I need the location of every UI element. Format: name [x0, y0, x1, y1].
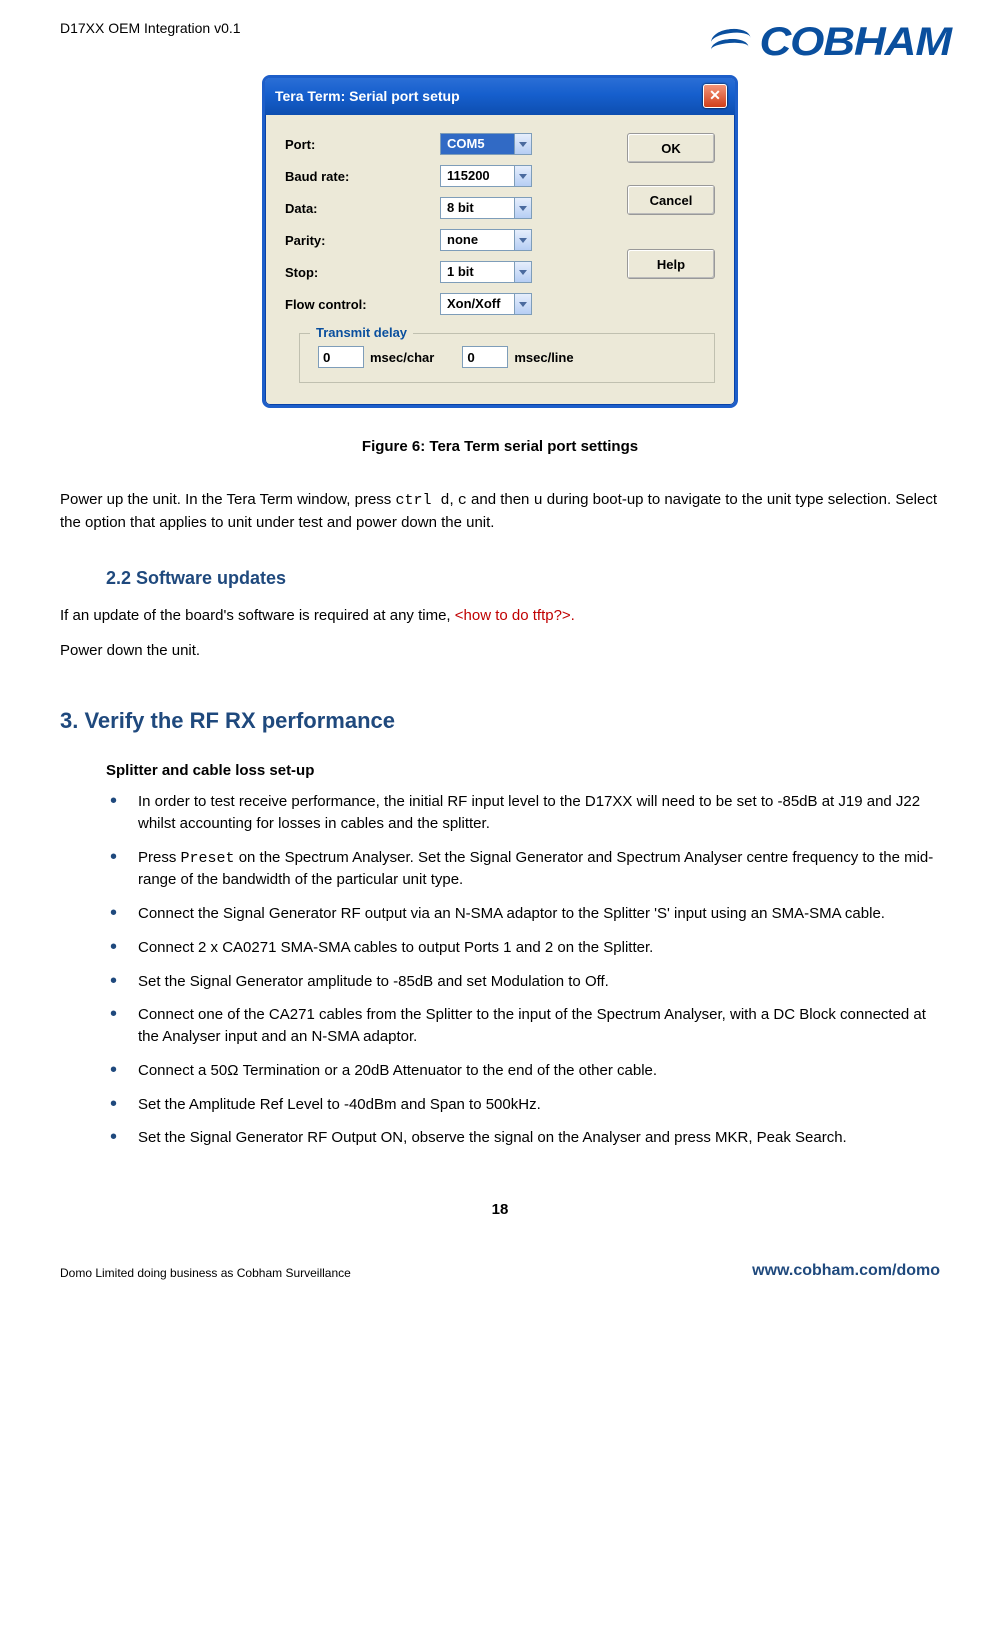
document-title: D17XX OEM Integration v0.1: [60, 20, 241, 36]
list-item: Press Preset on the Spectrum Analyser. S…: [106, 847, 940, 904]
list-item: Connect one of the CA271 cables from the…: [106, 1004, 940, 1060]
parity-select[interactable]: none: [440, 229, 532, 251]
list-item: Set the Amplitude Ref Level to -40dBm an…: [106, 1094, 940, 1128]
msec-line-label: msec/line: [514, 350, 573, 365]
tera-term-dialog: Tera Term: Serial port setup ✕ OK Cancel…: [262, 75, 738, 408]
flow-label: Flow control:: [285, 297, 440, 312]
close-icon[interactable]: ✕: [703, 84, 727, 108]
stop-select[interactable]: 1 bit: [440, 261, 532, 283]
page-header: D17XX OEM Integration v0.1 COBHAM: [60, 20, 940, 65]
list-item: Connect the Signal Generator RF output v…: [106, 903, 940, 937]
ok-button[interactable]: OK: [627, 133, 715, 163]
bullet-list: In order to test receive performance, th…: [106, 791, 940, 1161]
transmit-delay-legend: Transmit delay: [310, 325, 413, 340]
paragraph-boot: Power up the unit. In the Tera Term wind…: [60, 489, 940, 534]
baud-label: Baud rate:: [285, 169, 440, 184]
transmit-delay-group: Transmit delay msec/char msec/line: [299, 333, 715, 383]
dialog-titlebar[interactable]: Tera Term: Serial port setup ✕: [265, 78, 735, 115]
footer-left: Domo Limited doing business as Cobham Su…: [60, 1266, 351, 1280]
list-item: Set the Signal Generator RF Output ON, o…: [106, 1127, 940, 1161]
msec-char-input[interactable]: [318, 346, 364, 368]
list-item: In order to test receive performance, th…: [106, 791, 940, 847]
list-item: Set the Signal Generator amplitude to -8…: [106, 971, 940, 1005]
heading-3: 3. Verify the RF RX performance: [60, 708, 940, 734]
port-label: Port:: [285, 137, 440, 152]
chevron-down-icon[interactable]: [514, 293, 532, 315]
chevron-down-icon[interactable]: [514, 229, 532, 251]
data-label: Data:: [285, 201, 440, 216]
paragraph-powerdown: Power down the unit.: [60, 640, 940, 662]
page-footer: Domo Limited doing business as Cobham Su…: [0, 1238, 1000, 1296]
list-item: Connect 2 x CA0271 SMA-SMA cables to out…: [106, 937, 940, 971]
chevron-down-icon[interactable]: [514, 197, 532, 219]
flow-select[interactable]: Xon/Xoff: [440, 293, 532, 315]
msec-line-input[interactable]: [462, 346, 508, 368]
chevron-down-icon[interactable]: [514, 133, 532, 155]
stop-label: Stop:: [285, 265, 440, 280]
footer-link[interactable]: www.cobham.com/domo: [752, 1262, 940, 1280]
msec-char-label: msec/char: [370, 350, 434, 365]
figure-caption: Figure 6: Tera Term serial port settings: [60, 438, 940, 455]
heading-splitter: Splitter and cable loss set-up: [106, 762, 940, 779]
list-item: Connect a 50Ω Termination or a 20dB Atte…: [106, 1060, 940, 1094]
parity-label: Parity:: [285, 233, 440, 248]
port-select[interactable]: COM5: [440, 133, 532, 155]
logo-swoosh-icon: [711, 29, 755, 59]
dialog-title: Tera Term: Serial port setup: [275, 88, 460, 104]
help-button[interactable]: Help: [627, 249, 715, 279]
data-select[interactable]: 8 bit: [440, 197, 532, 219]
cobham-logo: COBHAM: [711, 20, 951, 65]
heading-2-2: 2.2 Software updates: [106, 568, 940, 589]
chevron-down-icon[interactable]: [514, 261, 532, 283]
baud-select[interactable]: 115200: [440, 165, 532, 187]
paragraph-tftp: If an update of the board's software is …: [60, 605, 940, 627]
chevron-down-icon[interactable]: [514, 165, 532, 187]
page-number: 18: [60, 1201, 940, 1218]
cancel-button[interactable]: Cancel: [627, 185, 715, 215]
